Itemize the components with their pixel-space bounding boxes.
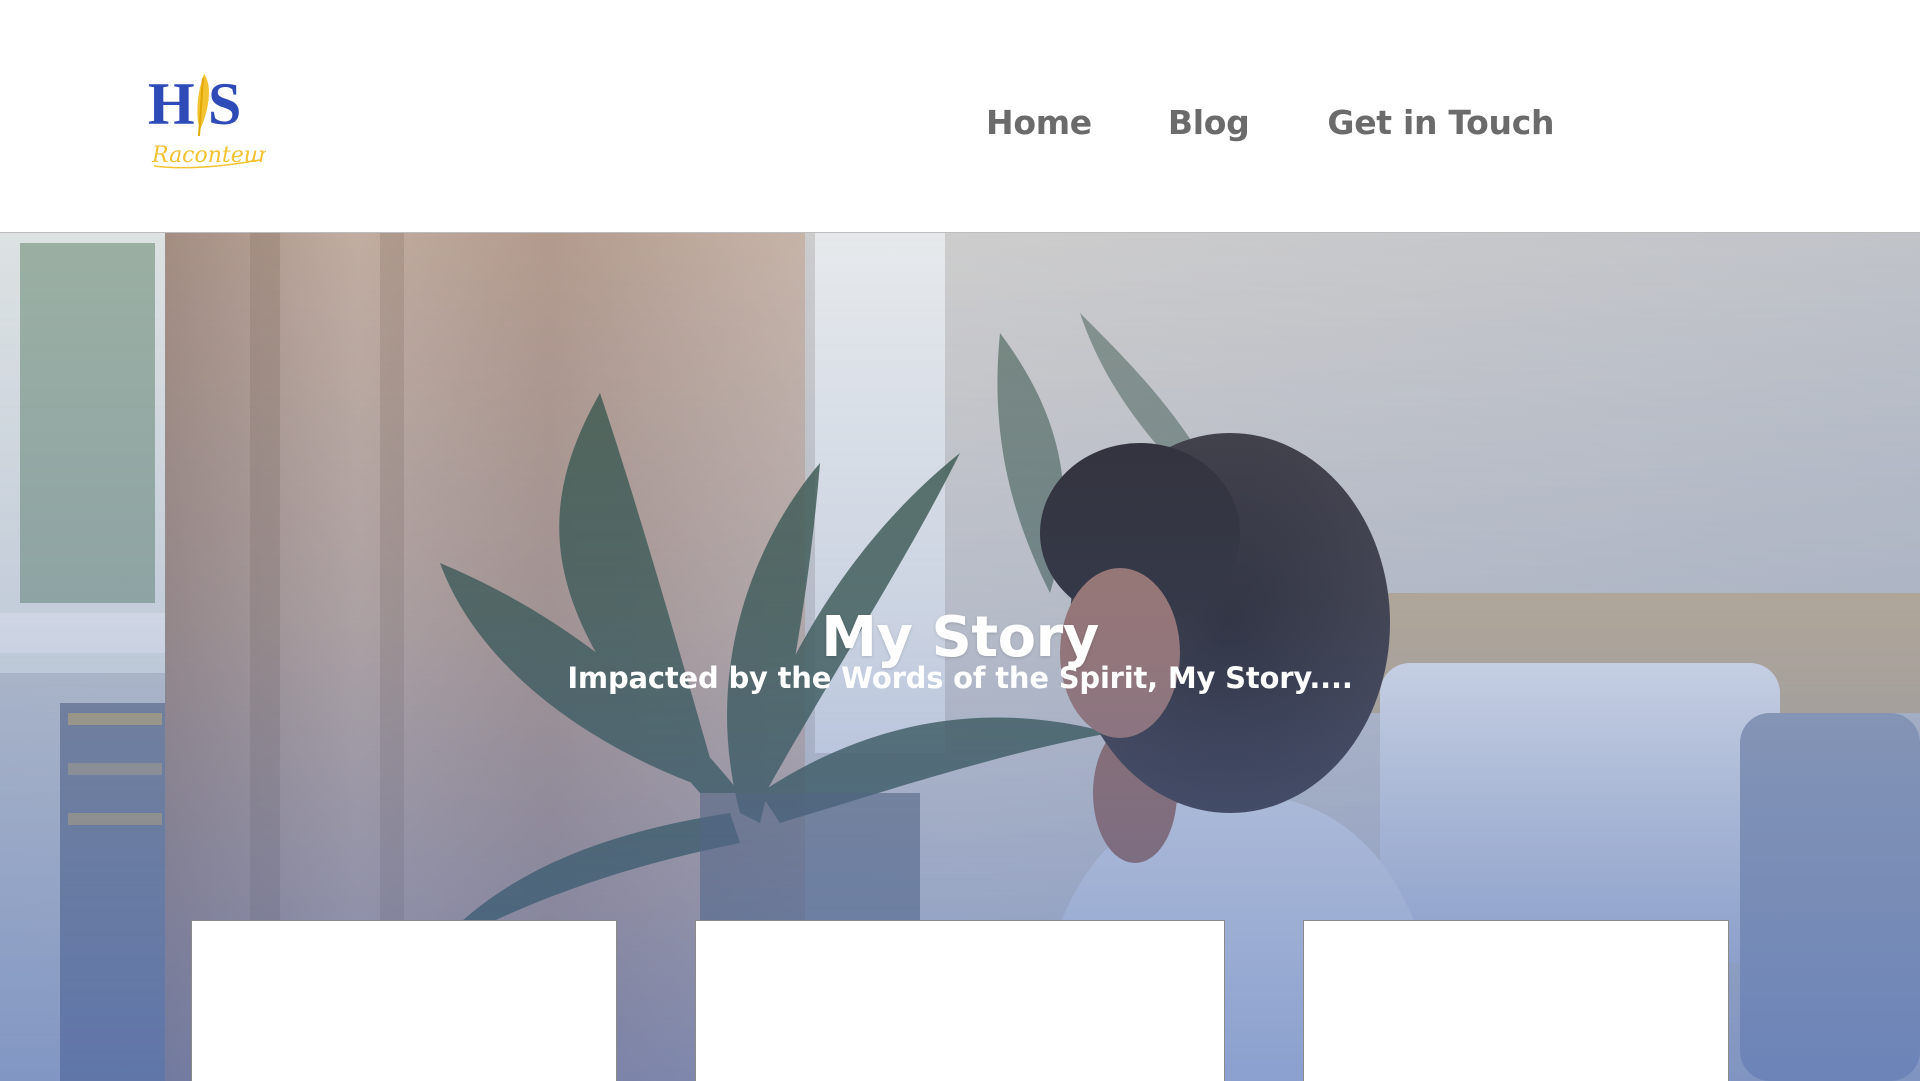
nav-blog-link[interactable]: Blog: [1168, 103, 1250, 142]
site-header: H S Raconteur Home Blog Get in Touch: [0, 0, 1920, 232]
site-logo[interactable]: H S Raconteur: [146, 66, 270, 176]
content-card: [1303, 920, 1729, 1081]
svg-text:S: S: [208, 71, 241, 137]
page-subtitle: Impacted by the Words of the Spirit, My …: [567, 661, 1353, 695]
his-raconteur-logo: H S Raconteur: [148, 71, 270, 169]
content-card: [191, 920, 617, 1081]
svg-text:H: H: [148, 71, 195, 137]
nav-home-link[interactable]: Home: [986, 103, 1092, 142]
hero-section: My Story Impacted by the Words of the Sp…: [0, 232, 1920, 1081]
page-title: My Story: [821, 604, 1099, 670]
main-nav: Home Blog Get in Touch: [986, 98, 1555, 146]
svg-text:Raconteur: Raconteur: [151, 143, 266, 168]
nav-get-in-touch-link[interactable]: Get in Touch: [1327, 103, 1554, 142]
content-card: [695, 920, 1225, 1081]
